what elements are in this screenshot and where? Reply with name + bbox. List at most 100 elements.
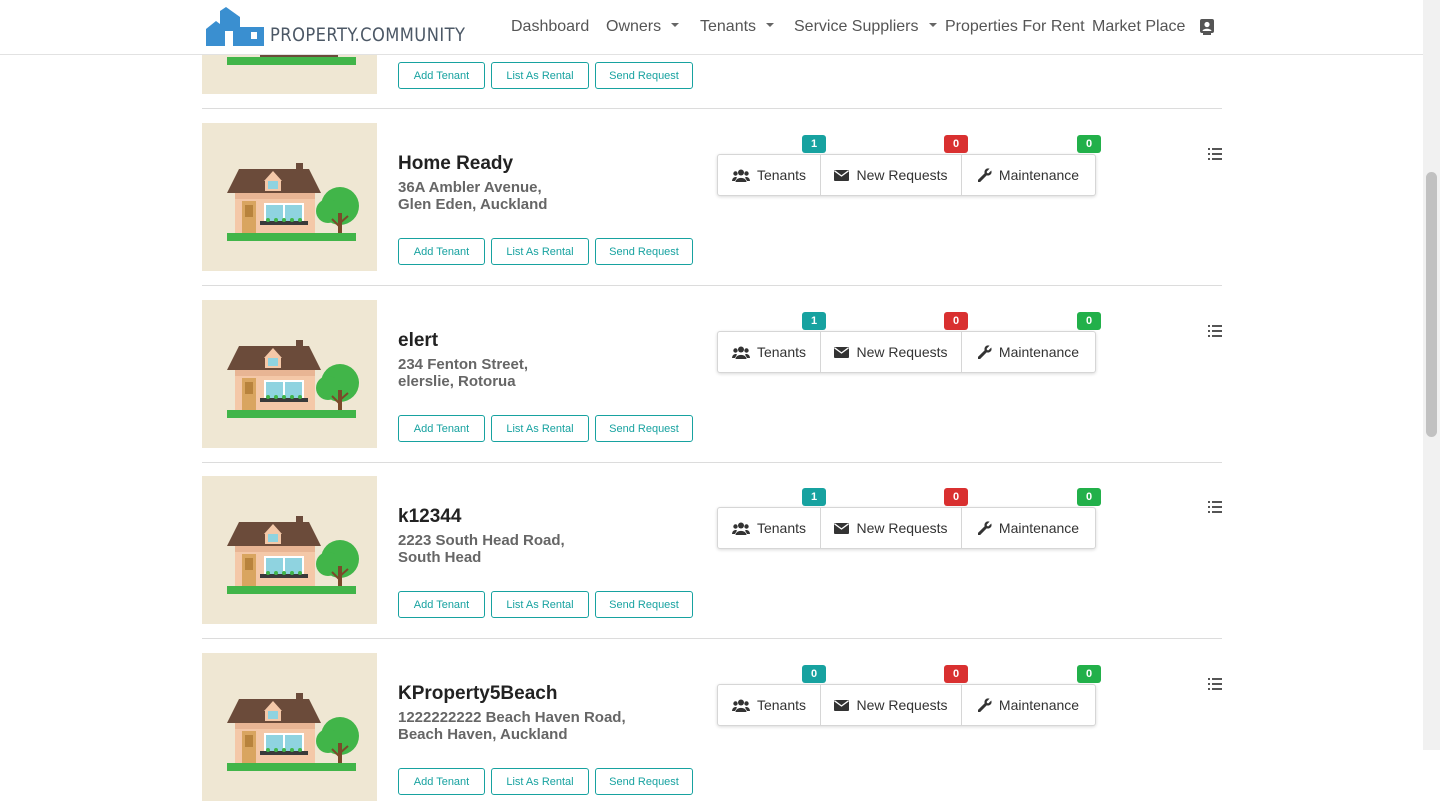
contact-card-icon[interactable] bbox=[1199, 18, 1215, 40]
add-tenant-button[interactable]: Add Tenant bbox=[398, 62, 485, 89]
new-requests-stat-button[interactable]: 0 New Requests bbox=[820, 312, 968, 372]
tenants-stat-button[interactable]: 0 Tenants bbox=[718, 665, 826, 725]
nav-properties-for-rent-label: Properties For Rent bbox=[945, 18, 1085, 35]
property-title[interactable]: Home Ready bbox=[398, 153, 513, 175]
envelope-icon bbox=[834, 346, 850, 358]
property-title[interactable]: elert bbox=[398, 330, 438, 352]
house-illustration-icon bbox=[227, 693, 359, 771]
brand-name: PROPERTY.COMMUNITY bbox=[270, 24, 466, 46]
send-request-button[interactable]: Send Request bbox=[595, 62, 693, 89]
users-icon bbox=[731, 522, 750, 535]
add-tenant-button[interactable]: Add Tenant bbox=[398, 591, 485, 618]
list-as-rental-label: List As Rental bbox=[506, 246, 574, 258]
list-menu-icon[interactable] bbox=[1208, 324, 1222, 342]
brand-logo[interactable]: PROPERTY.COMMUNITY bbox=[206, 6, 497, 46]
property-title[interactable]: k12344 bbox=[398, 506, 461, 528]
add-tenant-button[interactable]: Add Tenant bbox=[398, 768, 485, 795]
caret-down-icon bbox=[671, 22, 680, 27]
maintenance-count-badge: 0 bbox=[1077, 312, 1101, 330]
tenants-count-badge: 1 bbox=[802, 135, 826, 153]
property-stats: 0 Tenants 0 New Requests 0 Maintenance bbox=[717, 665, 1101, 726]
send-request-button[interactable]: Send Request bbox=[595, 591, 693, 618]
add-tenant-button[interactable]: Add Tenant bbox=[398, 415, 485, 442]
maintenance-stat-button[interactable]: 0 Maintenance bbox=[961, 312, 1101, 372]
property-address-line1: 2223 South Head Road, bbox=[398, 532, 565, 549]
scrollbar-thumb[interactable] bbox=[1426, 172, 1437, 437]
list-menu-icon[interactable] bbox=[1208, 147, 1222, 165]
row-divider bbox=[202, 285, 1222, 286]
maintenance-count-badge: 0 bbox=[1077, 488, 1101, 506]
list-as-rental-button[interactable]: List As Rental bbox=[491, 62, 589, 89]
row-divider bbox=[202, 638, 1222, 639]
maintenance-stat-button[interactable]: 0 Maintenance bbox=[961, 488, 1101, 548]
nav-tenants-label: Tenants bbox=[700, 18, 757, 35]
list-as-rental-button[interactable]: List As Rental bbox=[491, 768, 589, 795]
send-request-button[interactable]: Send Request bbox=[595, 768, 693, 795]
property-stats: 1 Tenants 0 New Requests 0 Maintenance bbox=[717, 312, 1101, 373]
nav-owners[interactable]: Owners bbox=[606, 18, 680, 36]
maintenance-count-badge: 0 bbox=[1077, 665, 1101, 683]
send-request-label: Send Request bbox=[609, 70, 679, 82]
list-menu-icon[interactable] bbox=[1208, 500, 1222, 518]
property-address-line2: South Head bbox=[398, 549, 482, 566]
property-row: k12344 2223 South Head Road, South Head … bbox=[202, 476, 1222, 624]
property-thumbnail[interactable] bbox=[202, 476, 377, 624]
envelope-icon bbox=[834, 169, 850, 181]
tenants-count-badge: 1 bbox=[802, 488, 826, 506]
new-requests-count-badge: 0 bbox=[944, 312, 968, 330]
house-illustration-icon bbox=[227, 340, 359, 418]
maintenance-count-badge: 0 bbox=[1077, 135, 1101, 153]
property-thumbnail[interactable] bbox=[202, 123, 377, 271]
property-address-line1: 36A Ambler Avenue, bbox=[398, 179, 542, 196]
list-menu-icon[interactable] bbox=[1208, 677, 1222, 695]
tenants-stat-button[interactable]: 1 Tenants bbox=[718, 488, 826, 548]
property-stats: 1 Tenants 0 New Requests 0 Maintenance bbox=[717, 488, 1101, 549]
property-title[interactable]: KProperty5Beach bbox=[398, 683, 557, 705]
new-requests-count-badge: 0 bbox=[944, 135, 968, 153]
maintenance-stat-button[interactable]: 0 Maintenance bbox=[961, 135, 1101, 195]
list-as-rental-button[interactable]: List As Rental bbox=[491, 591, 589, 618]
nav-dashboard[interactable]: Dashboard bbox=[511, 18, 589, 36]
nav-market-place[interactable]: Market Place bbox=[1092, 18, 1185, 36]
add-tenant-label: Add Tenant bbox=[413, 423, 470, 435]
nav-owners-label: Owners bbox=[606, 18, 662, 35]
wrench-icon bbox=[977, 698, 992, 712]
send-request-button[interactable]: Send Request bbox=[595, 415, 693, 442]
users-icon bbox=[731, 346, 750, 359]
top-navbar: PROPERTY.COMMUNITY Dashboard Owners Tena… bbox=[0, 0, 1423, 55]
add-tenant-button[interactable]: Add Tenant bbox=[398, 238, 485, 265]
property-row: KProperty5Beach 1222222222 Beach Haven R… bbox=[202, 653, 1222, 801]
caret-down-icon bbox=[928, 22, 937, 27]
nav-properties-for-rent[interactable]: Properties For Rent bbox=[945, 18, 1085, 36]
maintenance-stat-label: Maintenance bbox=[998, 167, 1080, 183]
list-as-rental-label: List As Rental bbox=[506, 70, 574, 82]
list-as-rental-button[interactable]: List As Rental bbox=[491, 415, 589, 442]
maintenance-stat-button[interactable]: 0 Maintenance bbox=[961, 665, 1101, 725]
new-requests-stat-label: New Requests bbox=[856, 344, 948, 360]
property-thumbnail[interactable] bbox=[202, 300, 377, 448]
add-tenant-label: Add Tenant bbox=[413, 70, 470, 82]
new-requests-stat-button[interactable]: 0 New Requests bbox=[820, 488, 968, 548]
property-thumbnail[interactable] bbox=[202, 653, 377, 801]
list-as-rental-button[interactable]: List As Rental bbox=[491, 238, 589, 265]
new-requests-count-badge: 0 bbox=[944, 665, 968, 683]
tenants-stat-button[interactable]: 1 Tenants bbox=[718, 135, 826, 195]
tenants-stat-button[interactable]: 1 Tenants bbox=[718, 312, 826, 372]
house-logo-icon bbox=[206, 7, 264, 46]
users-icon bbox=[731, 169, 750, 182]
new-requests-stat-label: New Requests bbox=[856, 697, 948, 713]
nav-service-suppliers[interactable]: Service Suppliers bbox=[794, 18, 937, 36]
new-requests-stat-button[interactable]: 0 New Requests bbox=[820, 665, 968, 725]
send-request-label: Send Request bbox=[609, 246, 679, 258]
row-divider bbox=[202, 108, 1222, 109]
nav-tenants[interactable]: Tenants bbox=[700, 18, 775, 36]
users-icon bbox=[731, 699, 750, 712]
new-requests-stat-label: New Requests bbox=[856, 520, 948, 536]
row-divider bbox=[202, 462, 1222, 463]
send-request-label: Send Request bbox=[609, 423, 679, 435]
new-requests-count-badge: 0 bbox=[944, 488, 968, 506]
send-request-button[interactable]: Send Request bbox=[595, 238, 693, 265]
tenants-stat-label: Tenants bbox=[756, 520, 807, 536]
new-requests-stat-button[interactable]: 0 New Requests bbox=[820, 135, 968, 195]
list-as-rental-label: List As Rental bbox=[506, 423, 574, 435]
